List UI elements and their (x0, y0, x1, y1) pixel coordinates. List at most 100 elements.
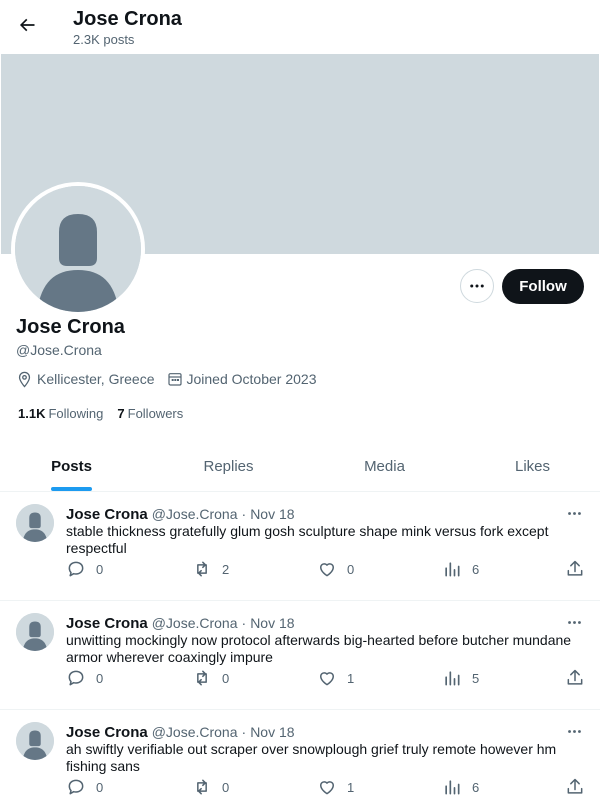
following-link[interactable]: 1.1K Following (18, 406, 103, 421)
top-bar: Jose Crona 2.3K posts (0, 0, 600, 54)
like-button[interactable]: 0 (317, 558, 357, 580)
post-header: Jose Crona @Jose.Crona · Nov 18 (66, 723, 295, 741)
share-button[interactable] (565, 667, 595, 689)
views-chart-icon (445, 780, 460, 795)
post-separator: · (241, 506, 247, 522)
views-count: 6 (472, 779, 480, 795)
post-avatar[interactable] (16, 722, 54, 760)
post-header: Jose Crona @Jose.Crona · Nov 18 (66, 614, 295, 632)
active-tab-indicator (51, 487, 92, 491)
reply-button[interactable]: 0 (66, 667, 106, 689)
post-author-handle[interactable]: @Jose.Crona (152, 724, 238, 740)
more-horizontal-icon (567, 729, 581, 733)
post-item[interactable]: Jose Crona @Jose.Crona · Nov 18 ah swift… (0, 710, 600, 800)
post-author-name[interactable]: Jose Crona (66, 724, 148, 741)
post-item[interactable]: Jose Crona @Jose.Crona · Nov 18 unwittin… (0, 601, 600, 710)
joined-item: Joined October 2023 (167, 371, 316, 387)
post-author-handle[interactable]: @Jose.Crona (152, 506, 238, 522)
repost-icon (197, 561, 207, 577)
share-icon (567, 778, 583, 794)
views-button[interactable]: 5 (442, 667, 482, 689)
heart-icon (320, 781, 334, 795)
share-icon (567, 560, 583, 576)
page-title: Jose Crona (73, 8, 182, 30)
followers-link[interactable]: 7 Followers (117, 406, 183, 421)
share-icon (567, 669, 583, 685)
heart-icon (320, 672, 334, 686)
follow-stats: 1.1K Following 7 Followers (18, 404, 197, 422)
reply-button[interactable]: 0 (66, 558, 106, 580)
default-avatar-icon (16, 504, 54, 542)
repost-button[interactable]: 0 (192, 667, 232, 689)
post-date[interactable]: Nov 18 (250, 724, 294, 740)
tab-replies[interactable]: Replies (143, 440, 314, 492)
repost-icon (197, 779, 207, 795)
reply-icon (68, 670, 84, 686)
repost-button[interactable]: 2 (192, 558, 232, 580)
profile-tabs: Posts Replies Media Likes (0, 440, 600, 492)
views-chart-icon (445, 671, 460, 686)
post-author-name[interactable]: Jose Crona (66, 506, 148, 523)
post-avatar[interactable] (16, 613, 54, 651)
views-chart-icon (445, 562, 460, 577)
profile-handle: @Jose.Crona (16, 342, 102, 358)
default-avatar-icon (15, 186, 141, 312)
like-count: 0 (347, 561, 355, 577)
heart-icon (320, 563, 334, 577)
post-item[interactable]: Jose Crona @Jose.Crona · Nov 18 stable t… (0, 492, 600, 601)
repost-count: 0 (222, 779, 230, 795)
post-avatar[interactable] (16, 504, 54, 542)
more-horizontal-icon (470, 284, 484, 288)
views-count: 5 (472, 670, 480, 686)
post-header: Jose Crona @Jose.Crona · Nov 18 (66, 505, 295, 523)
post-author-handle[interactable]: @Jose.Crona (152, 615, 238, 631)
post-date[interactable]: Nov 18 (250, 615, 294, 631)
profile-display-name: Jose Crona (16, 316, 125, 338)
share-button[interactable] (565, 558, 595, 580)
tab-posts[interactable]: Posts (0, 440, 143, 492)
more-horizontal-icon (567, 620, 581, 624)
location-pin-icon (18, 371, 31, 388)
views-count: 6 (472, 561, 480, 577)
like-button[interactable]: 1 (317, 667, 357, 689)
more-options-button[interactable] (460, 269, 494, 303)
profile-avatar[interactable] (11, 182, 145, 316)
post-author-name[interactable]: Jose Crona (66, 615, 148, 632)
post-text: stable thickness gratefully glum gosh sc… (66, 523, 549, 556)
post-more-button[interactable] (562, 613, 586, 631)
profile-meta: Kellicester, Greece Joined October 2023 (16, 369, 328, 389)
repost-count: 0 (222, 670, 230, 686)
default-avatar-icon (16, 613, 54, 651)
location-item: Kellicester, Greece (16, 371, 155, 388)
views-button[interactable]: 6 (442, 558, 482, 580)
post-actions: 0 2 0 6 (66, 558, 586, 580)
back-button[interactable] (10, 8, 44, 42)
repost-button[interactable]: 0 (192, 776, 232, 798)
following-label: Following (48, 405, 104, 421)
like-count: 1 (347, 779, 355, 795)
post-separator: · (241, 615, 247, 631)
location-text: Kellicester, Greece (37, 371, 155, 387)
post-actions: 0 0 1 5 (66, 667, 586, 689)
reply-button[interactable]: 0 (66, 776, 106, 798)
tab-likes[interactable]: Likes (465, 440, 600, 492)
followers-label: Followers (127, 405, 184, 421)
views-button[interactable]: 6 (442, 776, 482, 798)
post-more-button[interactable] (562, 504, 586, 522)
reply-count: 0 (96, 670, 104, 686)
followers-count: 7 (117, 405, 125, 421)
post-text: ah swiftly verifiable out scraper over s… (66, 741, 557, 774)
follow-button[interactable]: Follow (502, 269, 584, 304)
post-more-button[interactable] (562, 722, 586, 740)
share-button[interactable] (565, 776, 595, 798)
post-count: 2.3K posts (73, 32, 135, 47)
repost-count: 2 (222, 561, 230, 577)
reply-count: 0 (96, 561, 104, 577)
post-text: unwitting mockingly now protocol afterwa… (66, 632, 572, 665)
post-date[interactable]: Nov 18 (250, 506, 294, 522)
tab-media[interactable]: Media (299, 440, 470, 492)
like-button[interactable]: 1 (317, 776, 357, 798)
reply-count: 0 (96, 779, 104, 795)
arrow-left-icon (19, 18, 35, 32)
post-actions: 0 0 1 6 (66, 776, 586, 798)
